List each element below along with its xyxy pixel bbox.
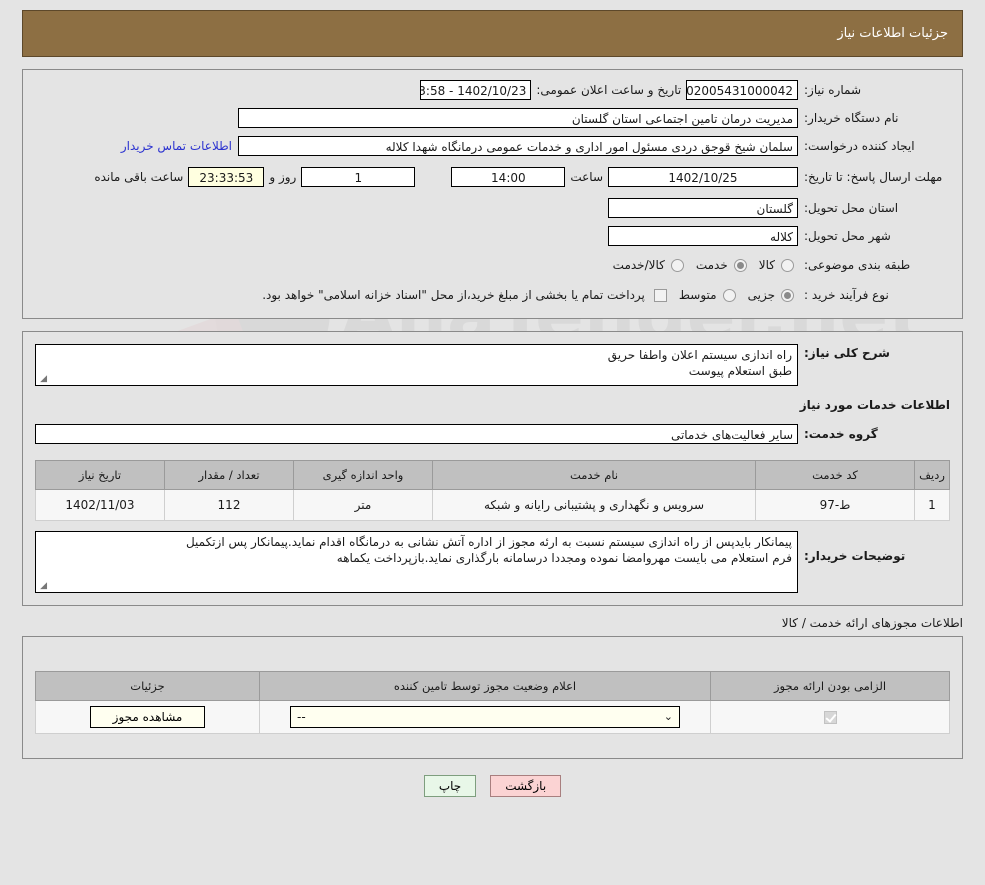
deadline-time: 14:00 — [451, 167, 566, 187]
radio-category-kala-khedmat[interactable] — [670, 258, 684, 272]
need-number-value: 1102005431000042 — [686, 80, 798, 100]
cell-permit-status: ⌄ -- — [259, 700, 711, 734]
buyer-notes-textarea[interactable]: پیمانکار بایدپس از راه اندازی سیستم نسبت… — [35, 531, 798, 593]
radio-category-kala[interactable] — [781, 258, 794, 272]
chevron-down-icon: ⌄ — [663, 710, 673, 723]
cell-quantity: 112 — [164, 489, 294, 521]
service-group-label: گروه خدمت: — [804, 426, 878, 441]
radio-category-khedmat[interactable] — [733, 258, 747, 272]
radio-process-motevaset[interactable] — [722, 288, 736, 302]
view-permit-button[interactable]: مشاهده مجوز — [89, 706, 206, 728]
cell-service-code: ط-97 — [755, 489, 915, 521]
row-requester: ایجاد کننده درخواست: سلمان شیخ قوجق دردی… — [23, 132, 962, 160]
row-city: شهر محل تحویل: کلاله — [23, 222, 962, 250]
need-number-label: شماره نیاز: — [804, 82, 861, 97]
resize-grip-icon[interactable]: ◢ — [38, 582, 47, 591]
province-value: گلستان — [608, 198, 798, 218]
radio-category-kala-label: کالا — [758, 258, 775, 272]
buyer-org-value: مدیریت درمان تامین اجتماعی استان گلستان — [238, 108, 798, 128]
permit-status-value: -- — [297, 710, 306, 724]
page-title: جزئیات اطلاعات نیاز — [837, 26, 948, 41]
city-label: شهر محل تحویل: — [804, 228, 891, 243]
row-buyer-org: نام دستگاه خریدار: مدیریت درمان تامین اج… — [23, 104, 962, 132]
col-permit-required: الزامی بودن ارائه مجوز — [710, 671, 950, 701]
deadline-label: مهلت ارسال پاسخ: تا تاریخ: — [804, 170, 943, 184]
remaining-days-label: روز و — [269, 170, 297, 184]
category-label: طبقه بندی موضوعی: — [804, 257, 911, 272]
permits-panel: الزامی بودن ارائه مجوز اعلام وضعیت مجوز … — [22, 636, 963, 759]
row-need-number: شماره نیاز: 1102005431000042 تاریخ و ساع… — [23, 76, 962, 104]
col-service-name: نام خدمت — [432, 460, 756, 490]
cell-permit-details: مشاهده مجوز — [35, 700, 260, 734]
permit-status-select[interactable]: ⌄ -- — [290, 706, 680, 728]
process-label: نوع فرآیند خرید : — [804, 287, 889, 302]
remaining-days-value: 1 — [301, 167, 416, 187]
row-deadline: مهلت ارسال پاسخ: تا تاریخ: 1402/10/25 سا… — [23, 160, 962, 194]
buyer-notes-line-1: پیمانکار بایدپس از راه اندازی سیستم نسبت… — [185, 535, 792, 549]
services-table-header-row: ردیف کد خدمت نام خدمت واحد اندازه گیری ت… — [35, 460, 950, 490]
radio-category-khedmat-label: خدمت — [695, 258, 728, 272]
page-header: جزئیات اطلاعات نیاز — [22, 10, 963, 57]
description-textarea[interactable]: راه اندازی سیستم اعلان واطفا حریق طبق اس… — [35, 344, 798, 386]
row-category: طبقه بندی موضوعی: کالا خدمت کالا/خدمت — [23, 250, 962, 280]
province-label: استان محل تحویل: — [804, 200, 899, 215]
buyer-notes-label: توضیحات خریدار: — [804, 549, 906, 563]
countdown-timer: 23:33:53 — [188, 167, 265, 187]
radio-process-jozei[interactable] — [781, 288, 794, 302]
row-general-description: شرح کلی نیاز: راه اندازی سیستم اعلان واط… — [23, 342, 962, 388]
deadline-date: 1402/10/25 — [608, 167, 798, 187]
cell-radif: 1 — [914, 489, 950, 521]
requester-value: سلمان شیخ قوجق دردی مسئول امور اداری و خ… — [238, 136, 798, 156]
col-need-date: تاریخ نیاز — [35, 460, 165, 490]
col-permit-details: جزئیات — [35, 671, 260, 701]
cell-service-name: سرویس و نگهداری و پشتیبانی رایانه و شبکه — [432, 489, 756, 521]
col-radif: ردیف — [914, 460, 950, 490]
need-info-panel: شماره نیاز: 1102005431000042 تاریخ و ساع… — [22, 69, 963, 319]
col-service-code: کد خدمت — [755, 460, 915, 490]
permits-section-title-wrap: اطلاعات مجوزهای ارائه خدمت / کالا — [22, 616, 963, 630]
services-table: ردیف کد خدمت نام خدمت واحد اندازه گیری ت… — [35, 460, 950, 521]
checkbox-treasury-docs[interactable] — [653, 288, 667, 302]
back-button[interactable]: بازگشت — [490, 775, 562, 797]
countdown-label: ساعت باقی مانده — [94, 170, 184, 184]
row-service-group: گروه خدمت: سایر فعالیت‌های خدماتی — [23, 414, 962, 448]
row-buyer-notes: توضیحات خریدار: پیمانکار بایدپس از راه ا… — [23, 521, 962, 595]
col-quantity: تعداد / مقدار — [164, 460, 294, 490]
buyer-org-label: نام دستگاه خریدار: — [804, 110, 899, 125]
buyer-notes-line-2: فرم استعلام می بایست مهروامضا نموده ومجد… — [336, 551, 792, 565]
print-button[interactable]: چاپ — [423, 775, 477, 797]
buyer-contact-link[interactable]: اطلاعات تماس خریدار — [115, 139, 238, 153]
requester-label: ایجاد کننده درخواست: — [804, 138, 915, 153]
service-group-value: سایر فعالیت‌های خدماتی — [35, 424, 798, 444]
col-permit-status: اعلام وضعیت مجوز توسط تامین کننده — [259, 671, 711, 701]
permits-table: الزامی بودن ارائه مجوز اعلام وضعیت مجوز … — [35, 671, 950, 734]
cell-unit: متر — [293, 489, 433, 521]
cell-need-date: 1402/11/03 — [35, 489, 165, 521]
footer-buttons: بازگشت چاپ — [0, 775, 985, 797]
row-process-type: نوع فرآیند خرید : جزیی متوسط پرداخت تمام… — [23, 280, 962, 310]
table-row: 1 ط-97 سرویس و نگهداری و پشتیبانی رایانه… — [35, 489, 950, 521]
description-line-1: راه اندازی سیستم اعلان واطفا حریق — [607, 348, 792, 362]
col-unit: واحد اندازه گیری — [293, 460, 433, 490]
permits-table-header-row: الزامی بودن ارائه مجوز اعلام وضعیت مجوز … — [35, 671, 950, 701]
services-section-title: اطلاعات خدمات مورد نیاز — [799, 398, 950, 412]
table-row: ⌄ -- مشاهده مجوز — [35, 700, 950, 734]
description-line-2: طبق استعلام پیوست — [688, 364, 792, 378]
announce-datetime-value: 1402/10/23 - 13:58 — [419, 80, 532, 100]
permits-section-title: اطلاعات مجوزهای ارائه خدمت / کالا — [781, 616, 963, 630]
city-value: کلاله — [608, 226, 798, 246]
radio-process-jozei-label: جزیی — [747, 288, 775, 302]
resize-grip-icon[interactable]: ◢ — [38, 375, 47, 384]
announce-datetime-label: تاریخ و ساعت اعلان عمومی: — [536, 83, 682, 97]
services-panel: شرح کلی نیاز: راه اندازی سیستم اعلان واط… — [22, 331, 963, 606]
description-label: شرح کلی نیاز: — [804, 346, 890, 360]
radio-process-motevaset-label: متوسط — [678, 288, 717, 302]
time-label: ساعت — [570, 170, 603, 184]
treasury-note: پرداخت تمام یا بخشی از مبلغ خرید،از محل … — [262, 288, 645, 302]
row-province: استان محل تحویل: گلستان — [23, 194, 962, 222]
checkbox-permit-required — [823, 711, 837, 724]
cell-permit-required — [710, 700, 950, 734]
radio-category-kala-khedmat-label: کالا/خدمت — [612, 258, 665, 272]
